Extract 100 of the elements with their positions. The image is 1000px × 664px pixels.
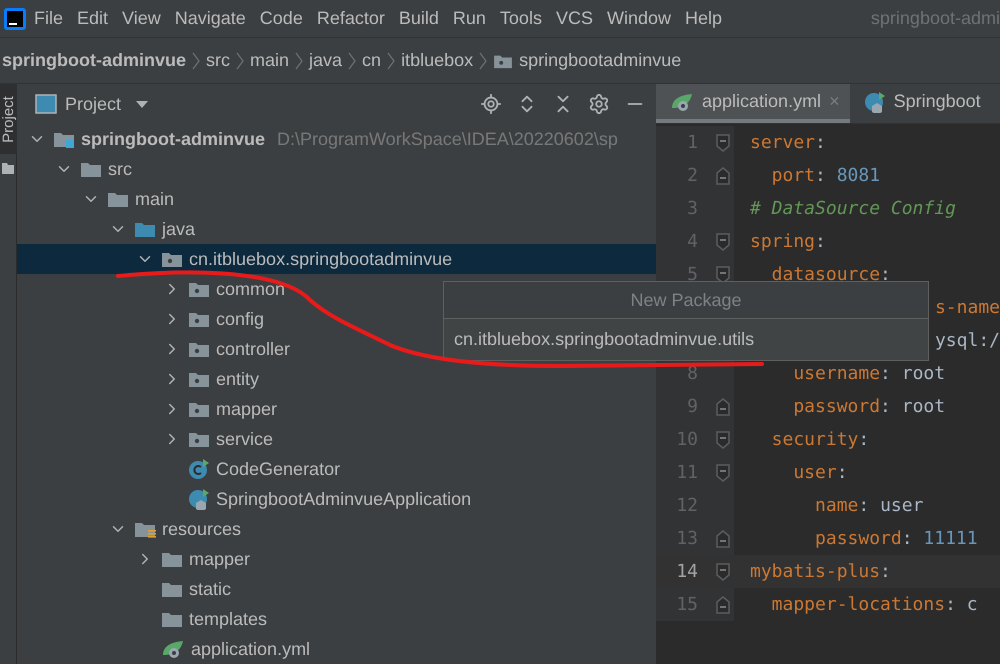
code-line: security: xyxy=(770,429,870,450)
tree-item[interactable]: resources xyxy=(17,514,656,544)
tree-item[interactable]: cn.itbluebox.springbootadminvue xyxy=(17,244,656,274)
code-line: mybatis-plus: xyxy=(749,561,892,582)
app-logo xyxy=(4,8,26,30)
breadcrumb-item[interactable]: itbluebox xyxy=(401,50,474,71)
code-line: password: root xyxy=(792,396,946,417)
package-icon xyxy=(188,340,210,358)
editor-tab[interactable]: Springboot xyxy=(850,84,991,123)
menu-item[interactable]: Build xyxy=(392,8,445,29)
package-icon xyxy=(493,52,514,68)
separator-icon xyxy=(479,52,488,70)
tree-item[interactable]: entity xyxy=(17,364,656,394)
separator-icon xyxy=(348,52,356,70)
code-line: datasource: xyxy=(770,264,892,285)
tree-item-label: springboot-adminvue xyxy=(81,128,265,150)
fold-end-icon[interactable] xyxy=(716,166,730,186)
fold-icon[interactable] xyxy=(716,232,730,252)
resources-folder-icon xyxy=(134,520,156,538)
tree-item[interactable]: main xyxy=(17,184,656,214)
breadcrumb-item[interactable]: springboot-adminvue xyxy=(2,50,186,71)
locate-icon[interactable] xyxy=(480,93,502,115)
tree-item-label: mapper xyxy=(216,398,278,420)
spring-class-icon xyxy=(188,488,210,510)
project-path: D:\ProgramWorkSpace\IDEA\20220602\sp xyxy=(277,128,618,150)
tree-item[interactable]: templates xyxy=(17,604,656,634)
caret-icon[interactable] xyxy=(135,99,150,109)
tree-item[interactable]: mapper xyxy=(17,394,656,424)
tree-item[interactable]: springboot-adminvue D:\ProgramWorkSpace\IDEA\20220602\sp xyxy=(17,124,656,154)
package-icon xyxy=(188,430,210,448)
menu-item[interactable]: File xyxy=(28,8,70,29)
folder-icon xyxy=(80,160,102,178)
fold-icon[interactable] xyxy=(716,462,730,482)
tree-item-label: main xyxy=(135,188,174,210)
folder-icon xyxy=(107,190,129,208)
breadcrumb-item[interactable]: src xyxy=(206,50,230,71)
fold-end-icon[interactable] xyxy=(716,528,730,548)
source-folder-icon xyxy=(134,220,156,238)
tree-item-label: entity xyxy=(216,368,260,390)
tree-item[interactable]: src xyxy=(17,154,656,184)
menu-item[interactable]: Window xyxy=(600,8,677,29)
separator-icon xyxy=(387,52,396,70)
separator-icon xyxy=(295,52,304,70)
code-line: user: xyxy=(792,462,849,483)
package-icon xyxy=(188,280,210,298)
tree-item-label: service xyxy=(216,428,274,450)
tree-item-label: templates xyxy=(189,608,268,630)
tree-item-label: common xyxy=(216,278,286,300)
fold-icon[interactable] xyxy=(716,132,730,152)
menu-item[interactable]: Code xyxy=(254,8,309,29)
fold-end-icon[interactable] xyxy=(716,396,730,416)
tree-item[interactable]: service xyxy=(17,424,656,454)
tree-item[interactable]: java xyxy=(17,214,656,244)
editor-tab[interactable]: application.yml × xyxy=(656,84,850,123)
tree-item-label: resources xyxy=(162,518,242,540)
spring-class-icon xyxy=(864,90,886,112)
code-line: password: 11111 xyxy=(814,528,979,549)
tree-item[interactable]: SpringbootAdminvueApplication xyxy=(17,484,656,514)
package-icon xyxy=(161,250,183,268)
separator-icon xyxy=(192,52,200,70)
line-number: 14 xyxy=(675,561,698,582)
package-icon xyxy=(188,310,210,328)
tree-item-label: src xyxy=(108,158,132,180)
menu-item[interactable]: Refactor xyxy=(310,8,391,29)
menu-item[interactable]: Tools xyxy=(494,8,548,29)
folder-icon xyxy=(161,580,183,598)
separator-icon xyxy=(236,52,244,70)
tree-item-label: SpringbootAdminvueApplication xyxy=(216,488,472,510)
panel-title[interactable]: Project xyxy=(65,94,122,114)
folder-icon[interactable] xyxy=(2,162,14,174)
spring-leaf-icon xyxy=(670,92,694,112)
menu-item[interactable]: View xyxy=(116,8,167,29)
tree-item-label: static xyxy=(189,578,232,600)
code-line: port: 8081 xyxy=(770,165,882,186)
breadcrumb-item[interactable]: springbootadminvue xyxy=(493,50,682,71)
breadcrumb-item[interactable]: java xyxy=(309,50,342,71)
project-stripe-button[interactable]: Project xyxy=(0,84,16,154)
fold-icon[interactable] xyxy=(716,430,730,450)
code-line: username: root xyxy=(792,363,946,384)
menu-item[interactable]: Edit xyxy=(71,8,114,29)
package-icon xyxy=(188,400,210,418)
menu-item[interactable]: Navigate xyxy=(168,8,252,29)
package-name-field[interactable]: cn.itbluebox.springbootadminvue.utils xyxy=(444,319,928,360)
tree-item[interactable]: application.yml xyxy=(17,634,656,664)
menu-item[interactable]: Help xyxy=(679,8,728,29)
fold-end-icon[interactable] xyxy=(716,594,730,614)
window-icon xyxy=(35,94,57,114)
breadcrumb-item[interactable]: cn xyxy=(362,50,382,71)
fold-icon[interactable] xyxy=(716,562,730,582)
spring-leaf-icon xyxy=(161,639,185,659)
settings-icon[interactable] xyxy=(588,93,610,115)
menu-item[interactable]: VCS xyxy=(550,8,599,29)
tree-item[interactable]: mapper xyxy=(17,544,656,574)
breadcrumb-item[interactable]: main xyxy=(250,50,290,71)
menu-item[interactable]: Run xyxy=(446,8,492,29)
package-icon xyxy=(188,370,210,388)
tree-item[interactable]: static xyxy=(17,574,656,604)
code-line: # DataSource Config xyxy=(749,198,957,219)
tree-item-label: controller xyxy=(216,338,290,360)
tree-item[interactable]: CodeGenerator xyxy=(17,454,656,484)
